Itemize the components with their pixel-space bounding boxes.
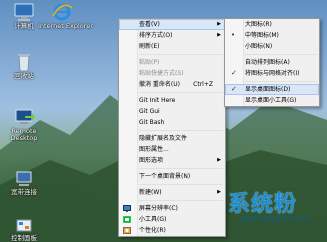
menu-separator <box>139 92 223 93</box>
menu-item-graphics-options[interactable]: 图形选项 ▶ <box>119 155 225 166</box>
shortcut-label: Ctrl+Z <box>193 81 213 88</box>
menu-item-view[interactable]: 查看(V) ▶ <box>119 19 225 30</box>
menu-item-screen-resolution[interactable]: 屏幕分辨率(C) <box>119 203 225 214</box>
checkmark-icon: ✓ <box>231 85 237 93</box>
menu-separator <box>139 130 223 131</box>
recycle-bin-icon <box>18 54 30 72</box>
context-menu: 查看(V) ▶ 排序方式(O) ▶ 刷新(E) 粘贴(P) 粘贴快捷方式(S) 撤消… <box>118 18 226 237</box>
menu-separator <box>139 168 223 169</box>
control-panel-icon <box>16 219 32 232</box>
desktop-icon-label: 回收站 <box>14 72 34 80</box>
ie-icon <box>52 3 73 21</box>
desktop-icon-control-panel[interactable]: 控制面板 <box>0 218 48 242</box>
menu-separator <box>245 54 317 55</box>
submenu-arrow-icon: ▶ <box>217 189 221 195</box>
gadgets-icon <box>123 216 131 223</box>
watermark-url: www.xitongfen.com <box>240 215 310 223</box>
menu-item-git-init-here[interactable]: Git Init Here <box>119 95 225 106</box>
menu-separator <box>139 54 223 55</box>
menu-separator <box>245 81 317 82</box>
submenu-item-small-icons[interactable]: 小图标(N) <box>225 41 319 52</box>
menu-item-sort-by[interactable]: 排序方式(O) ▶ <box>119 30 225 41</box>
menu-item-git-bash[interactable]: Git Bash <box>119 117 225 128</box>
radio-dot-icon: • <box>231 31 236 39</box>
menu-item-graphics-properties[interactable]: 图形属性... <box>119 144 225 155</box>
submenu-arrow-icon: ▶ <box>217 21 221 27</box>
menu-item-undo-rename[interactable]: 撤消 重命名(U) Ctrl+Z <box>119 79 225 90</box>
broadband-icon <box>16 171 32 186</box>
menu-item-next-background[interactable]: 下一个桌面背景(N) <box>119 171 225 182</box>
menu-item-hide-extensions[interactable]: 隐藏扩展名及文件 <box>119 133 225 144</box>
desktop-icon-broadband[interactable]: 宽带连接 <box>0 168 48 196</box>
desktop-icon-ie[interactable]: Internet Explorer <box>38 2 93 30</box>
menu-item-paste-shortcut[interactable]: 粘贴快捷方式(S) <box>119 68 225 79</box>
menu-separator <box>139 200 223 201</box>
submenu-item-align-to-grid[interactable]: ✓ 将图标与网格对齐(I) <box>225 68 319 79</box>
submenu-item-medium-icons[interactable]: • 中等图标(M) <box>225 30 319 41</box>
menu-item-personalize[interactable]: 个性化(R) <box>119 225 225 236</box>
desktop-icon-label: 控制面板 <box>11 234 37 242</box>
desktop-icon-recycle-bin[interactable]: 回收站 <box>0 52 48 80</box>
desktop-icon-label: 宽带连接 <box>11 188 37 196</box>
checkmark-icon: ✓ <box>231 69 237 77</box>
monitor-icon <box>123 205 131 212</box>
submenu-arrow-icon: ▶ <box>217 32 221 38</box>
menu-separator <box>139 184 223 185</box>
submenu-arrow-icon: ▶ <box>217 157 221 163</box>
menu-item-refresh[interactable]: 刷新(E) <box>119 41 225 52</box>
personalize-icon <box>123 227 131 234</box>
computer-icon <box>14 3 34 21</box>
submenu-item-large-icons[interactable]: 大图标(R) <box>225 19 319 30</box>
desktop-icon-label: Internet Explorer <box>38 22 93 30</box>
menu-item-paste[interactable]: 粘贴(P) <box>119 57 225 68</box>
remote-desktop-icon <box>15 109 35 124</box>
submenu-item-show-desktop-icons[interactable]: ✓ 显示桌面图标(D) <box>225 84 319 95</box>
menu-item-gadgets[interactable]: 小工具(G) <box>119 214 225 225</box>
watermark-title: 系统粉 <box>228 192 298 217</box>
submenu-item-auto-arrange[interactable]: 自动排列图标(A) <box>225 57 319 68</box>
view-submenu: 大图标(R) • 中等图标(M) 小图标(N) 自动排列图标(A) ✓ 将图标与网格… <box>224 18 320 107</box>
menu-item-new[interactable]: 新建(W) ▶ <box>119 187 225 198</box>
submenu-item-show-gadgets[interactable]: 显示桌面小工具(G) <box>225 95 319 106</box>
desktop-icon-label: Remote Desktop <box>10 127 38 142</box>
menu-item-git-gui[interactable]: Git Gui <box>119 106 225 117</box>
desktop-icon-remote-desktop[interactable]: Remote Desktop <box>0 108 48 142</box>
